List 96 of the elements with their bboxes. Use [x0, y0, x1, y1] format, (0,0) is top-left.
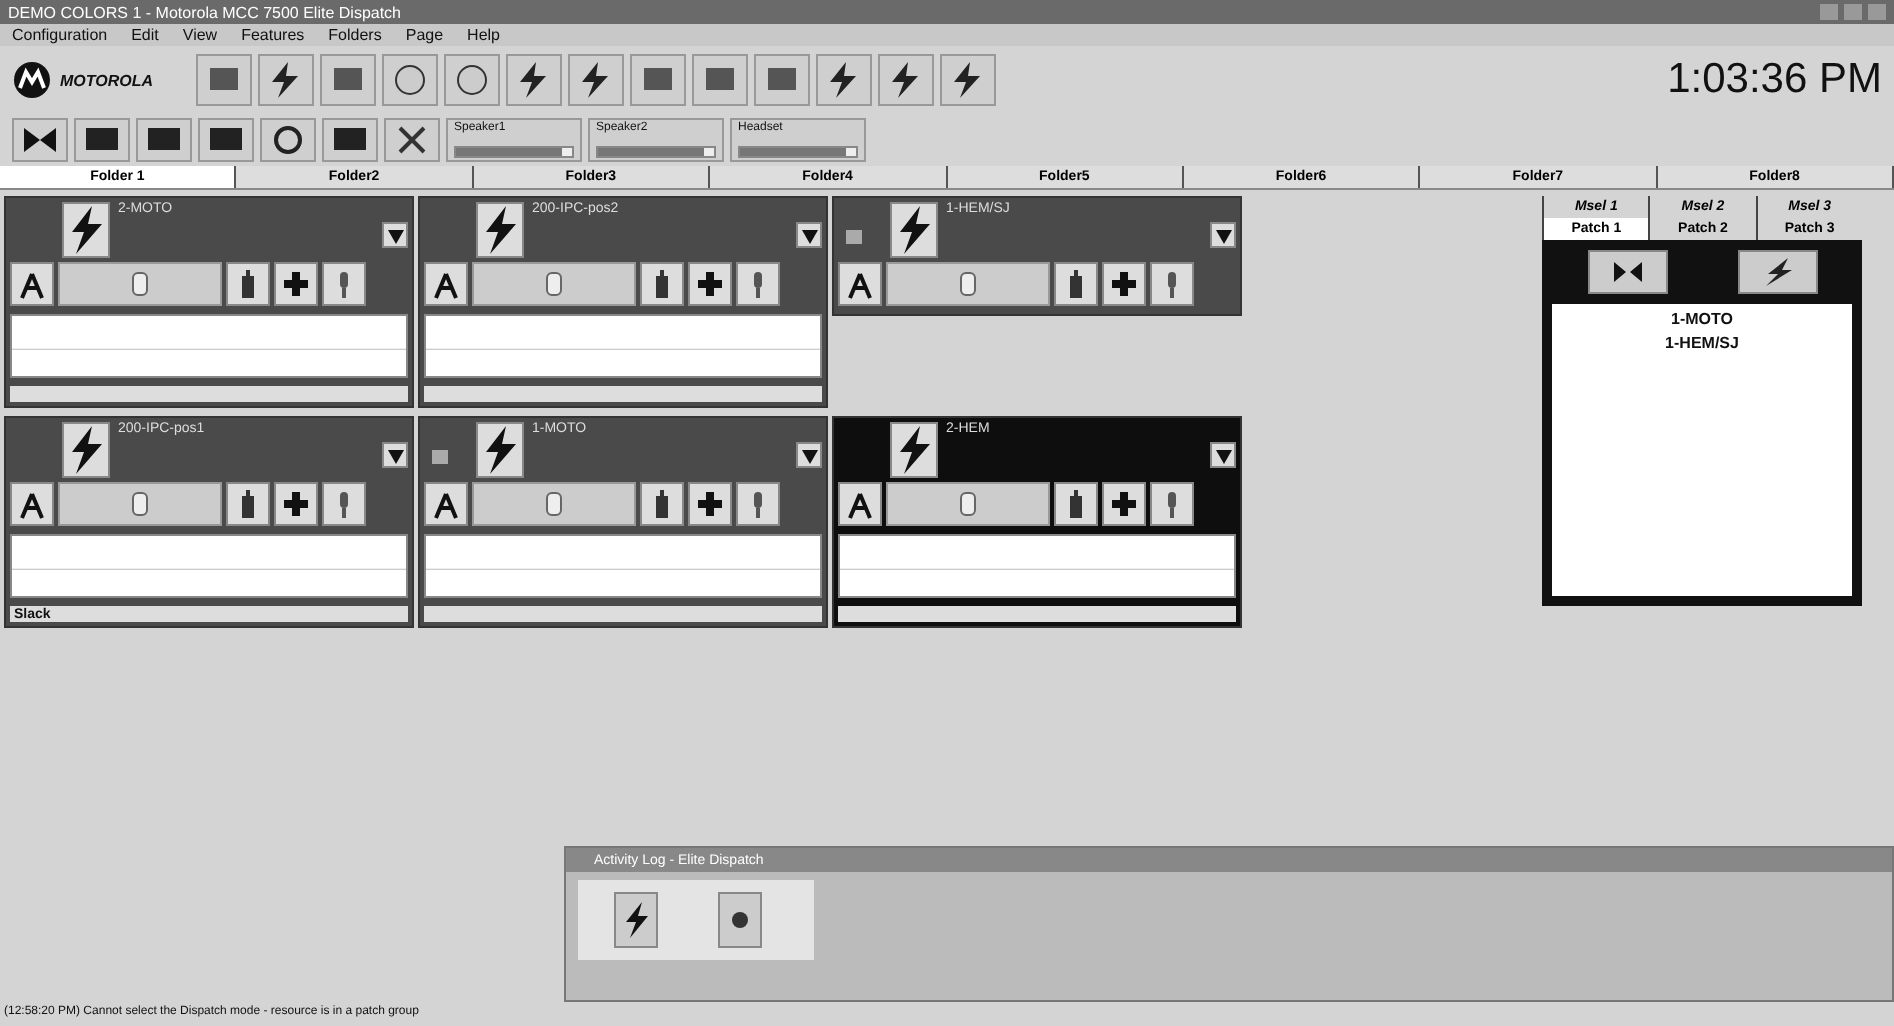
menu-item[interactable]: Configuration [12, 26, 108, 44]
plus-button[interactable] [1102, 482, 1146, 526]
slider-thumb[interactable] [960, 272, 976, 296]
patch-button[interactable] [1587, 250, 1667, 294]
caret-icon [799, 225, 819, 245]
toolbar-button[interactable] [506, 54, 562, 106]
radio-button[interactable] [640, 482, 684, 526]
volume-slider[interactable] [58, 262, 222, 306]
toolbar-button[interactable] [322, 118, 378, 162]
microphone-button[interactable] [736, 262, 780, 306]
bowtie-icon [18, 122, 62, 158]
record-button[interactable] [718, 892, 762, 948]
transmit-button[interactable] [62, 422, 110, 478]
menu-item[interactable]: Edit [131, 26, 159, 44]
radio-button[interactable] [226, 482, 270, 526]
toolbar-button[interactable] [198, 118, 254, 162]
plus-icon [1108, 268, 1140, 300]
toolbar-button[interactable] [74, 118, 130, 162]
toolbar-button[interactable] [568, 54, 624, 106]
antenna-button[interactable] [838, 482, 882, 526]
window-title: DEMO COLORS 1 - Motorola MCC 7500 Elite Dispatch [8, 3, 402, 21]
brand-name: MOTOROLA [60, 71, 154, 89]
volume-slider[interactable] [472, 482, 636, 526]
microphone-button[interactable] [1150, 482, 1194, 526]
lightning-icon [620, 900, 652, 940]
caret-icon [1213, 225, 1233, 245]
toolbar-button[interactable] [260, 118, 316, 162]
plus-button[interactable] [274, 262, 318, 306]
antenna-button[interactable] [424, 482, 468, 526]
menu-item[interactable]: View [182, 26, 218, 44]
clock: 1:03:36 PM [1667, 56, 1882, 104]
tile-menu-button[interactable] [1210, 222, 1236, 248]
volume-slider[interactable] [886, 482, 1050, 526]
logo-icon [12, 60, 52, 100]
plus-button[interactable] [688, 482, 732, 526]
plus-icon [280, 268, 312, 300]
transmit-button[interactable] [476, 422, 524, 478]
slider-thumb[interactable] [960, 492, 976, 516]
radio-button[interactable] [1054, 482, 1098, 526]
tile-menu-button[interactable] [796, 442, 822, 468]
lightning-button[interactable] [1737, 250, 1817, 294]
toolbar-button[interactable] [816, 54, 872, 106]
tile-menu-button[interactable] [382, 442, 408, 468]
plus-icon [694, 268, 726, 300]
volume-slider[interactable] [886, 262, 1050, 306]
tile-menu-button[interactable] [382, 222, 408, 248]
toolbar-button[interactable] [940, 54, 996, 106]
microphone-button[interactable] [322, 262, 366, 306]
transmit-button[interactable] [62, 202, 110, 258]
patch-member[interactable]: 1-MOTO [1552, 310, 1852, 328]
toolbar-button[interactable] [382, 54, 438, 106]
plus-icon [1108, 488, 1140, 520]
caret-icon [799, 445, 819, 465]
microphone-button[interactable] [1150, 262, 1194, 306]
plus-button[interactable] [688, 262, 732, 306]
menu-item[interactable]: Folders [328, 26, 382, 44]
toolbar-button[interactable] [136, 118, 192, 162]
antenna-button[interactable] [424, 262, 468, 306]
radio-button[interactable] [640, 262, 684, 306]
dot-icon [730, 910, 750, 930]
plus-button[interactable] [1102, 262, 1146, 306]
antenna-button[interactable] [10, 482, 54, 526]
patch-member[interactable]: 1-HEM/SJ [1552, 334, 1852, 352]
transmit-button[interactable] [614, 892, 658, 948]
bowtie-icon [1609, 258, 1645, 286]
antenna-button[interactable] [10, 262, 54, 306]
microphone-button[interactable] [736, 482, 780, 526]
menu-item[interactable]: Features [241, 26, 305, 44]
caret-icon [1213, 445, 1233, 465]
transmit-button[interactable] [890, 202, 938, 258]
slider-thumb[interactable] [132, 272, 148, 296]
transmit-button[interactable] [890, 422, 938, 478]
volume-slider[interactable] [58, 482, 222, 526]
toolbar-button[interactable] [878, 54, 934, 106]
volume-slider[interactable] [472, 262, 636, 306]
plus-icon [694, 488, 726, 520]
menu-item[interactable]: Help [467, 26, 500, 44]
slider-thumb[interactable] [132, 492, 148, 516]
radio-button[interactable] [226, 262, 270, 306]
antenna-button[interactable] [838, 262, 882, 306]
tile-menu-button[interactable] [1210, 442, 1236, 468]
caret-icon [385, 225, 405, 245]
toolbar-button[interactable] [444, 54, 500, 106]
tile-menu-button[interactable] [796, 222, 822, 248]
microphone-button[interactable] [322, 482, 366, 526]
radio-button[interactable] [1054, 262, 1098, 306]
menu-item[interactable]: Page [405, 26, 444, 44]
caret-icon [385, 445, 405, 465]
toolbar-button[interactable] [258, 54, 314, 106]
slider-thumb[interactable] [546, 492, 562, 516]
slider-thumb[interactable] [546, 272, 562, 296]
toolbar-button[interactable] [384, 118, 440, 162]
transmit-button[interactable] [476, 202, 524, 258]
toolbar-button[interactable] [12, 118, 68, 162]
plus-button[interactable] [274, 482, 318, 526]
plus-icon [280, 488, 312, 520]
